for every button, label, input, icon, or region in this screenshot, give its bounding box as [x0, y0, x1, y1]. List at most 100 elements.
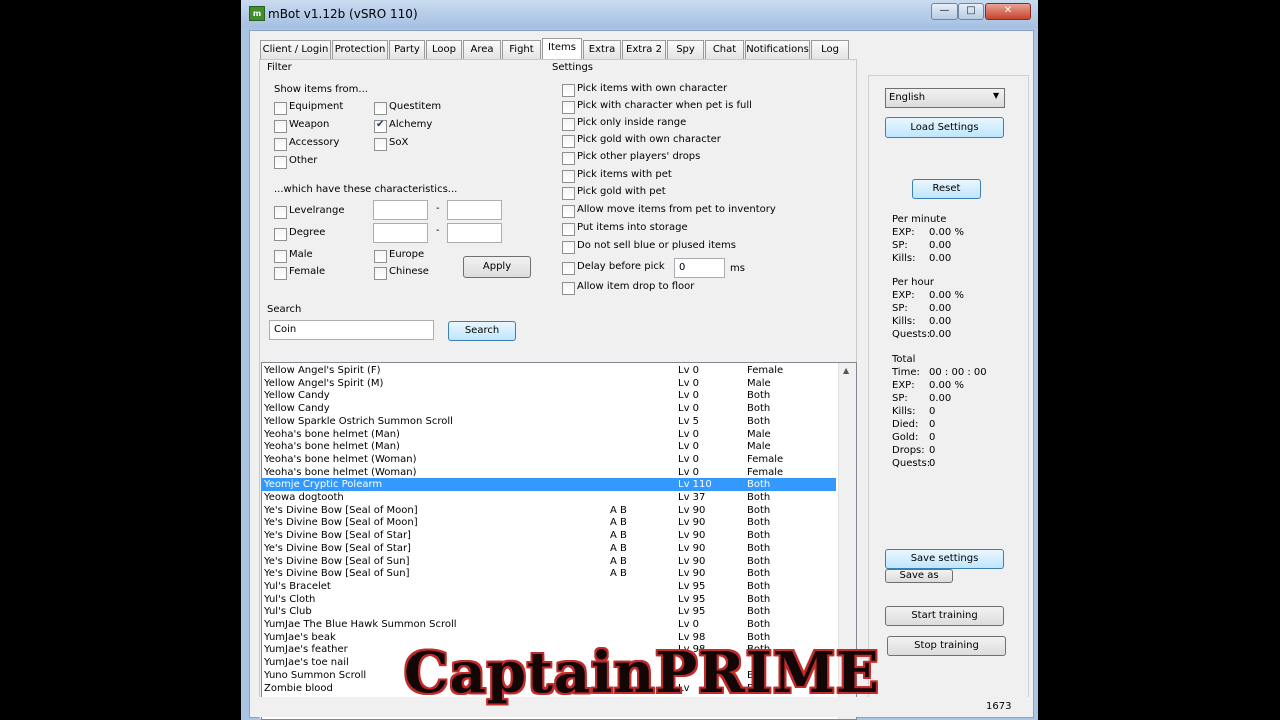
list-item[interactable]: Yellow Angel's Spirit (M) Lv 0 Male: [262, 377, 836, 390]
pm-kills-label: Kills:: [892, 253, 916, 264]
chinese-checkbox[interactable]: [374, 267, 387, 280]
ph-kills-value: 0.00: [929, 316, 952, 327]
tab-loop[interactable]: Loop: [426, 40, 462, 59]
language-select[interactable]: English ▼: [885, 88, 1005, 108]
pick-items-with-pet-checkbox[interactable]: [562, 170, 575, 183]
tab-client-login[interactable]: Client / Login: [260, 40, 331, 59]
list-item[interactable]: Ye's Divine Bow [Seal of Star] A B Lv 90 Bo…: [262, 542, 836, 555]
total-time-value: 00 : 00 : 00: [929, 367, 987, 378]
tab-extra-2[interactable]: Extra 2: [622, 40, 666, 59]
search-input[interactable]: Coin: [269, 320, 434, 340]
tab-protection[interactable]: Protection: [332, 40, 388, 59]
list-item[interactable]: Ye's Divine Bow [Seal of Star] A B Lv 90 Bo…: [262, 529, 836, 542]
list-item[interactable]: YumJae The Blue Hawk Summon Scroll Lv 0 Bo…: [262, 618, 836, 631]
tab-items[interactable]: Items: [542, 38, 582, 60]
pick-gold-with-own-character-checkbox[interactable]: [562, 135, 575, 148]
do-not-sell-blue-or-plused-items-checkbox[interactable]: [562, 241, 575, 254]
start-training-button[interactable]: Start training: [885, 606, 1004, 626]
list-item[interactable]: Yeowa dogtooth Lv 37 Both: [262, 491, 836, 504]
other-label: Other: [289, 155, 318, 166]
save-as-button[interactable]: Save as: [885, 569, 953, 583]
list-item[interactable]: Ye's Divine Bow [Seal of Sun] A B Lv 90 Bot…: [262, 555, 836, 568]
list-item[interactable]: Ye's Divine Bow [Seal of Sun] A B Lv 90 Bot…: [262, 567, 836, 580]
weapon-checkbox[interactable]: [274, 120, 287, 133]
list-item[interactable]: Ye's Divine Bow [Seal of Moon] A B Lv 90 Bo…: [262, 516, 836, 529]
item-name: Ye's Divine Bow [Seal of Sun]: [264, 555, 410, 567]
put-items-into-storage-checkbox[interactable]: [562, 223, 575, 236]
pick-gold-with-pet-checkbox[interactable]: [562, 187, 575, 200]
tab-fight[interactable]: Fight: [502, 40, 541, 59]
other-checkbox[interactable]: [274, 156, 287, 169]
item-gender: Both: [747, 530, 771, 542]
list-item[interactable]: Yellow Angel's Spirit (F) Lv 0 Female: [262, 364, 836, 377]
levelrange-min-input[interactable]: [373, 200, 428, 220]
delay-before-pick-checkbox[interactable]: [562, 262, 575, 275]
female-checkbox[interactable]: [274, 267, 287, 280]
list-item[interactable]: Yellow Sparkle Ostrich Summon Scroll Lv 5…: [262, 415, 836, 428]
minimize-button[interactable]: —: [931, 3, 958, 20]
male-checkbox[interactable]: [274, 250, 287, 263]
tab-area[interactable]: Area: [463, 40, 501, 59]
pick-only-inside-range-checkbox[interactable]: [562, 118, 575, 131]
sox-checkbox[interactable]: [374, 138, 387, 151]
tab-extra[interactable]: Extra: [583, 40, 621, 59]
scroll-up-arrow-icon[interactable]: ▲: [843, 366, 849, 375]
item-gender: Both: [747, 390, 771, 402]
list-item[interactable]: Yeomje Cryptic Polearm Lv 110 Both: [262, 478, 836, 492]
questitem-label: Questitem: [389, 101, 442, 112]
item-name: Ye's Divine Bow [Seal of Sun]: [264, 568, 410, 580]
search-button[interactable]: Search: [448, 321, 516, 341]
list-item[interactable]: Ye's Divine Bow [Seal of Moon] A B Lv 90 Bo…: [262, 504, 836, 517]
pick-items-with-own-character-checkbox[interactable]: [562, 84, 575, 97]
accessory-checkbox[interactable]: [274, 138, 287, 151]
item-level: Lv 0: [678, 365, 700, 376]
europe-label: Europe: [389, 249, 425, 260]
alchemy-checkbox[interactable]: [374, 119, 387, 133]
list-item[interactable]: Yul's Bracelet Lv 95 Both: [262, 580, 836, 593]
degree-max-input[interactable]: [447, 223, 502, 243]
list-item[interactable]: Yeoha's bone helmet (Woman) Lv 0 Female: [262, 466, 836, 479]
tab-log[interactable]: Log: [811, 40, 849, 59]
pick-with-character-when-pet-is-full-checkbox[interactable]: [562, 101, 575, 114]
reset-button[interactable]: Reset: [912, 179, 981, 199]
list-item[interactable]: Yul's Cloth Lv 95 Both: [262, 593, 836, 606]
close-button[interactable]: ✕: [985, 3, 1031, 20]
load-settings-button[interactable]: Load Settings: [885, 117, 1004, 138]
item-name: Yeomje Cryptic Polearm: [264, 479, 383, 491]
list-item[interactable]: Yeoha's bone helmet (Man) Lv 0 Male: [262, 440, 836, 453]
ph-exp-label: EXP:: [892, 290, 915, 301]
maximize-button[interactable]: □: [958, 3, 984, 20]
item-gender: Both: [747, 606, 771, 618]
total-died-label: Died:: [892, 419, 919, 430]
stop-training-button[interactable]: Stop training: [887, 636, 1006, 656]
list-item[interactable]: Yellow Candy Lv 0 Both: [262, 389, 836, 402]
item-level: Lv 0: [678, 390, 700, 402]
levelrange-max-input[interactable]: [447, 200, 502, 220]
tab-chat[interactable]: Chat: [705, 40, 744, 59]
tab-notifications[interactable]: Notifications: [745, 40, 810, 59]
delay-input[interactable]: 0: [674, 258, 725, 278]
tab-spy[interactable]: Spy: [667, 40, 704, 59]
item-gender: Both: [747, 479, 771, 491]
list-item[interactable]: Yeoha's bone helmet (Man) Lv 0 Male: [262, 428, 836, 441]
list-item[interactable]: Yellow Candy Lv 0 Both: [262, 402, 836, 415]
item-gender: Both: [747, 555, 771, 567]
questitem-checkbox[interactable]: [374, 102, 387, 115]
allow-item-drop-to-floor-checkbox[interactable]: [562, 282, 575, 295]
pick-other-players-drops-checkbox[interactable]: [562, 152, 575, 165]
degree-min-input[interactable]: [373, 223, 428, 243]
list-item[interactable]: Yul's Club Lv 95 Both: [262, 605, 836, 618]
equipment-checkbox[interactable]: [274, 102, 287, 115]
item-name: Yeoha's bone helmet (Woman): [264, 466, 417, 478]
levelrange-label: Levelrange: [289, 205, 345, 216]
europe-checkbox[interactable]: [374, 250, 387, 263]
list-item[interactable]: Yeoha's bone helmet (Woman) Lv 0 Female: [262, 453, 836, 466]
tab-party[interactable]: Party: [389, 40, 425, 59]
save-settings-button[interactable]: Save settings: [885, 549, 1004, 569]
degree-checkbox[interactable]: [274, 228, 287, 241]
levelrange-checkbox[interactable]: [274, 206, 287, 219]
item-level: Lv 90: [678, 568, 706, 580]
allow-move-items-from-pet-to-inventory-checkbox[interactable]: [562, 205, 575, 218]
title-bar[interactable]: m mBot v1.12b (vSRO 110) — □ ✕: [241, 0, 1038, 28]
apply-button[interactable]: Apply: [463, 256, 531, 278]
